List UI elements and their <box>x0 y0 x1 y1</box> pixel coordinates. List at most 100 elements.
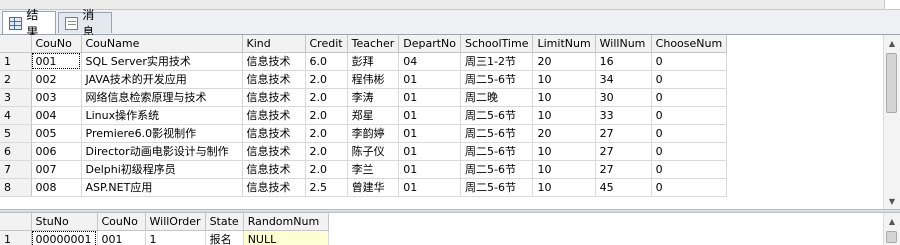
tab-messages[interactable]: 消息 <box>58 8 112 39</box>
table-cell[interactable]: 34 <box>595 70 652 89</box>
table-row[interactable]: 4 004 Linux操作系统 信息技术 2.0 郑星 01 周二5-6节 10 33 0 <box>0 106 728 125</box>
table-cell[interactable]: 0 <box>651 124 728 143</box>
table-cell[interactable]: 信息技术 <box>242 52 306 71</box>
column-header[interactable]: WillOrder <box>145 213 206 231</box>
table-row[interactable]: 5 005 Premiere6.0影视制作 信息技术 2.0 李韵婷 01 周二5-6节 20 2… <box>0 124 728 143</box>
table-cell[interactable]: 1 <box>145 230 206 245</box>
table-cell[interactable]: 0 <box>651 178 728 197</box>
row-number[interactable]: 1 <box>0 52 32 71</box>
table-cell[interactable]: 008 <box>31 178 82 197</box>
row-number[interactable]: 8 <box>0 178 32 197</box>
table-cell[interactable]: 郑星 <box>347 106 400 125</box>
row-number[interactable]: 7 <box>0 160 32 179</box>
table-cell[interactable]: Director动画电影设计与制作 <box>81 142 243 161</box>
column-header[interactable]: CouNo <box>31 35 82 53</box>
table-cell[interactable]: 信息技术 <box>242 70 306 89</box>
table-cell[interactable]: 2.5 <box>305 178 348 197</box>
table-cell[interactable]: 27 <box>595 124 652 143</box>
table-cell[interactable]: 2.0 <box>305 106 348 125</box>
table-cell[interactable]: 10 <box>532 88 596 107</box>
table-cell[interactable]: JAVA技术的开发应用 <box>81 70 243 89</box>
table-cell[interactable]: 2.0 <box>305 142 348 161</box>
table-cell[interactable]: 信息技术 <box>242 178 306 197</box>
table-cell[interactable]: 45 <box>595 178 652 197</box>
scroll-down-arrow-icon[interactable]: ▼ <box>884 193 900 209</box>
column-header[interactable]: State <box>205 213 244 231</box>
scroll-thumb[interactable] <box>886 53 897 113</box>
table-cell[interactable]: 程伟彬 <box>347 70 400 89</box>
table-cell[interactable]: 01 <box>398 70 462 89</box>
table-cell[interactable]: 10 <box>532 178 596 197</box>
table-cell[interactable]: Premiere6.0影视制作 <box>81 124 243 143</box>
table-cell[interactable]: 0 <box>651 88 728 107</box>
table-cell[interactable]: 周二5-6节 <box>460 178 534 197</box>
table-cell[interactable]: 10 <box>532 160 596 179</box>
table-cell[interactable]: 10 <box>532 70 596 89</box>
table-cell[interactable]: 报名 <box>205 230 244 245</box>
table-cell[interactable]: 网络信息检索原理与技术 <box>81 88 243 107</box>
table-cell[interactable]: 01 <box>398 106 462 125</box>
table-row[interactable]: 6 006 Director动画电影设计与制作 信息技术 2.0 陈子仪 01 周二5-6节 1… <box>0 142 728 161</box>
column-header[interactable]: Teacher <box>347 35 400 53</box>
table-cell[interactable]: 006 <box>31 142 82 161</box>
courses-result-grid[interactable]: CouNo CouName Kind Credit Teacher DepartNo Sch… <box>0 35 900 209</box>
table-cell[interactable]: 0 <box>651 160 728 179</box>
table-cell[interactable]: 007 <box>31 160 82 179</box>
table-cell[interactable]: 33 <box>595 106 652 125</box>
table-cell[interactable]: 6.0 <box>305 52 348 71</box>
table-cell[interactable]: 李涛 <box>347 88 400 107</box>
table-cell[interactable]: 002 <box>31 70 82 89</box>
table-cell[interactable]: 001 <box>31 52 82 71</box>
table-cell[interactable]: 信息技术 <box>242 160 306 179</box>
table-cell[interactable]: 001 <box>97 230 146 245</box>
table-cell[interactable]: 2.0 <box>305 124 348 143</box>
table-cell[interactable]: 005 <box>31 124 82 143</box>
table-cell[interactable]: 2.0 <box>305 70 348 89</box>
table-cell[interactable]: 周二5-6节 <box>460 160 534 179</box>
table-cell[interactable]: 004 <box>31 106 82 125</box>
table-cell[interactable]: 周二5-6节 <box>460 106 534 125</box>
stucou-vertical-scrollbar[interactable]: ▲ <box>883 213 900 245</box>
table-cell[interactable]: 0 <box>651 106 728 125</box>
table-cell[interactable]: 01 <box>398 160 462 179</box>
row-number[interactable]: 6 <box>0 142 32 161</box>
scroll-thumb[interactable] <box>886 231 897 243</box>
table-cell[interactable]: 20 <box>532 52 596 71</box>
table-cell[interactable]: 信息技术 <box>242 88 306 107</box>
column-header[interactable]: Credit <box>305 35 348 53</box>
table-cell[interactable]: 信息技术 <box>242 124 306 143</box>
column-header[interactable]: LimitNum <box>532 35 596 53</box>
table-cell[interactable]: 李兰 <box>347 160 400 179</box>
scroll-up-arrow-icon[interactable]: ▲ <box>884 35 900 51</box>
table-cell[interactable]: 0 <box>651 142 728 161</box>
table-cell[interactable]: 0 <box>651 70 728 89</box>
table-cell[interactable]: 01 <box>398 142 462 161</box>
table-cell[interactable]: 2.0 <box>305 88 348 107</box>
table-cell[interactable]: 2.0 <box>305 160 348 179</box>
table-cell[interactable]: 27 <box>595 160 652 179</box>
table-cell[interactable]: 信息技术 <box>242 106 306 125</box>
table-row[interactable]: 3 003 网络信息检索原理与技术 信息技术 2.0 李涛 01 周二晚 10 30 0 <box>0 88 728 107</box>
row-number[interactable]: 3 <box>0 88 32 107</box>
table-cell[interactable]: 陈子仪 <box>347 142 400 161</box>
scroll-up-arrow-icon[interactable]: ▲ <box>884 213 900 229</box>
table-cell[interactable]: 10 <box>532 106 596 125</box>
table-row[interactable]: 8 008 ASP.NET应用 信息技术 2.5 曾建华 01 周二5-6节 10 45 0 <box>0 178 728 197</box>
row-number[interactable]: 5 <box>0 124 32 143</box>
column-header[interactable]: WillNum <box>595 35 652 53</box>
table-cell[interactable]: 周二5-6节 <box>460 124 534 143</box>
row-header-corner[interactable] <box>0 35 32 53</box>
table-cell[interactable]: 04 <box>398 52 462 71</box>
row-number[interactable]: 4 <box>0 106 32 125</box>
column-header[interactable]: CouName <box>81 35 243 53</box>
table-row[interactable]: 7 007 Delphi初级程序员 信息技术 2.0 李兰 01 周二5-6节 10 27 0 <box>0 160 728 179</box>
table-row[interactable]: 2 002 JAVA技术的开发应用 信息技术 2.0 程伟彬 01 周二5-6节 10 34 0 <box>0 70 728 89</box>
table-cell[interactable]: 20 <box>532 124 596 143</box>
column-header[interactable]: DepartNo <box>398 35 462 53</box>
table-cell[interactable]: 01 <box>398 178 462 197</box>
table-cell[interactable]: 信息技术 <box>242 142 306 161</box>
tab-results[interactable]: 结果 <box>2 8 56 39</box>
stucou-result-grid[interactable]: StuNo CouNo WillOrder State RandomNum 1 00000… <box>0 213 900 245</box>
column-header[interactable]: StuNo <box>31 213 98 231</box>
table-cell[interactable]: NULL <box>243 230 329 245</box>
